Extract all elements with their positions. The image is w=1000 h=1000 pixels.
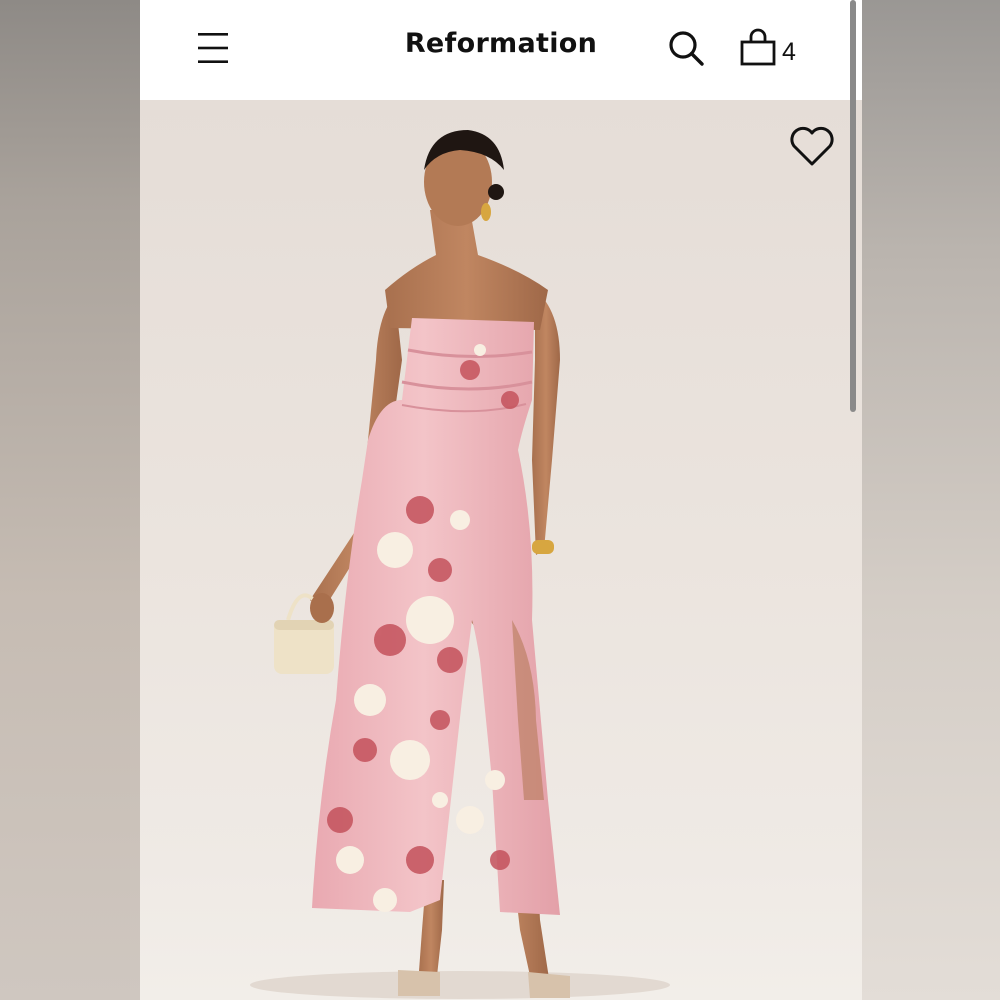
cart-button[interactable]: 4 <box>738 26 808 72</box>
scrollbar[interactable] <box>850 0 856 412</box>
hamburger-menu-icon <box>198 33 228 63</box>
shopping-bag-icon <box>740 28 776 66</box>
model-photo <box>250 130 670 999</box>
background-left <box>0 0 140 1000</box>
background-right <box>862 0 1000 1000</box>
menu-button[interactable] <box>196 30 230 66</box>
heart-outline-icon <box>790 126 834 166</box>
brand-logo[interactable]: Reformation <box>405 28 597 59</box>
phone-screen: Reformation 4 <box>140 0 862 1000</box>
site-header: Reformation 4 <box>140 0 862 100</box>
wishlist-button[interactable] <box>788 124 836 168</box>
search-icon <box>669 31 704 66</box>
product-image[interactable] <box>140 100 862 1000</box>
cart-count-badge: 4 <box>782 38 796 66</box>
search-button[interactable] <box>664 27 708 71</box>
